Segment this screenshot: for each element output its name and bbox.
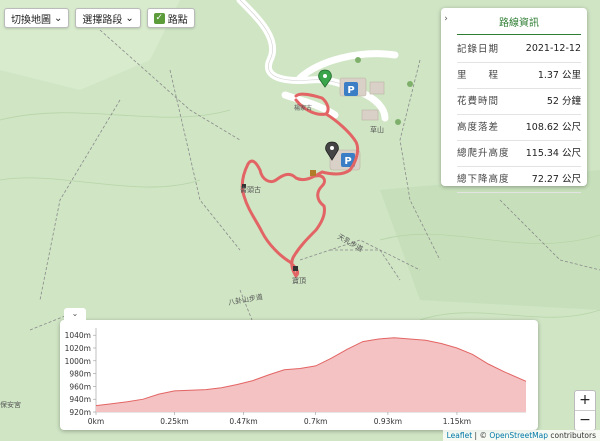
- info-row-key: 花費時間: [457, 96, 500, 107]
- x-tick-label: 0.47km: [229, 417, 257, 426]
- x-tick-label: 0.93km: [374, 417, 402, 426]
- elevation-area: [96, 337, 526, 412]
- y-tick-label: 1000m: [65, 357, 91, 366]
- y-tick-label: 940m: [69, 395, 91, 404]
- chevron-right-icon[interactable]: ›: [441, 8, 451, 30]
- info-row-value: 115.34 公尺: [525, 148, 581, 159]
- map-label-caoshan: 草山: [370, 126, 384, 134]
- chevron-down-icon: ⌄: [54, 12, 63, 24]
- svg-text:P: P: [347, 85, 354, 96]
- x-tick-label: 1.15km: [443, 417, 471, 426]
- zoom-control: + −: [574, 390, 596, 431]
- info-row-key: 里 程: [457, 70, 500, 81]
- info-row-key: 高度落差: [457, 122, 500, 133]
- elevation-profile: ⌄ 1040m 1020m 1000m 980m 960m 940m 920m 0km 0.25…: [60, 308, 538, 430]
- svg-text:P: P: [344, 156, 351, 167]
- y-tick-label: 920m: [69, 408, 91, 417]
- info-row: 記錄日期 2021-12-12: [457, 34, 581, 63]
- y-tick-label: 1040m: [65, 331, 91, 340]
- map-attribution: Leaflet | © OpenStreetMap contributors: [442, 430, 600, 441]
- y-tick-label: 960m: [69, 382, 91, 391]
- info-row-key: 總下降高度: [457, 174, 510, 185]
- select-segment-button[interactable]: 選擇路段 ⌄: [75, 8, 141, 28]
- switch-map-button[interactable]: 切換地圖 ⌄: [4, 8, 70, 28]
- leaflet-link[interactable]: Leaflet: [447, 431, 473, 440]
- map-label-yangjia: 楊家古: [294, 105, 313, 112]
- info-row-key: 記錄日期: [457, 44, 500, 55]
- info-row: 里 程 1.37 公里: [457, 60, 581, 89]
- elevation-chart: 1040m 1020m 1000m 980m 960m 940m 920m0km 0.25km…: [65, 328, 527, 426]
- select-segment-label: 選擇路段: [82, 14, 123, 26]
- osm-link[interactable]: OpenStreetMap: [489, 431, 548, 440]
- map-label-baoan: 保安宮: [0, 401, 21, 409]
- attribution-sep: | ©: [472, 431, 490, 440]
- info-row: 花費時間 52 分鐘: [457, 86, 581, 115]
- map-label-luntou: 崙頭古: [240, 186, 261, 194]
- info-row-value: 72.27 公尺: [531, 174, 581, 185]
- x-tick-label: 0km: [88, 417, 104, 426]
- checkbox-checked-icon[interactable]: ✓: [153, 12, 165, 24]
- info-row-value: 2021-12-12: [525, 42, 581, 54]
- waypoint-toggle[interactable]: ✓ 路點: [146, 8, 195, 28]
- info-row: 總下降高度 72.27 公尺: [457, 164, 581, 193]
- chevron-down-icon: ⌄: [125, 12, 134, 24]
- attribution-rest: contributors: [548, 431, 596, 440]
- x-tick-label: 0.7km: [304, 417, 328, 426]
- info-row-value: 108.62 公尺: [525, 122, 581, 133]
- info-row: 總爬升高度 115.34 公尺: [457, 138, 581, 167]
- x-tick-label: 0.25km: [160, 417, 188, 426]
- y-tick-label: 1020m: [65, 344, 91, 353]
- info-row-value: 1.37 公里: [537, 70, 581, 81]
- info-row: 高度落差 108.62 公尺: [457, 112, 581, 141]
- zoom-in-button[interactable]: +: [575, 391, 595, 411]
- y-tick-label: 980m: [69, 370, 91, 379]
- info-row-key: 總爬升高度: [457, 148, 510, 159]
- route-info-title: 路線資訊: [457, 14, 581, 35]
- map-toolbar: 切換地圖 ⌄ 選擇路段 ⌄ ✓ 路點: [4, 8, 195, 28]
- zoom-out-button[interactable]: −: [575, 411, 595, 430]
- waypoint-label: 路點: [167, 14, 188, 26]
- route-info-panel: › 路線資訊 記錄日期 2021-12-12 里 程 1.37 公里花費時間 52 分鐘…: [441, 8, 587, 193]
- info-row-value: 52 分鐘: [546, 96, 581, 107]
- map-label-baoding: 寶頂: [292, 277, 306, 285]
- switch-map-label: 切換地圖: [11, 14, 51, 26]
- chevron-down-icon[interactable]: ⌄: [64, 308, 86, 320]
